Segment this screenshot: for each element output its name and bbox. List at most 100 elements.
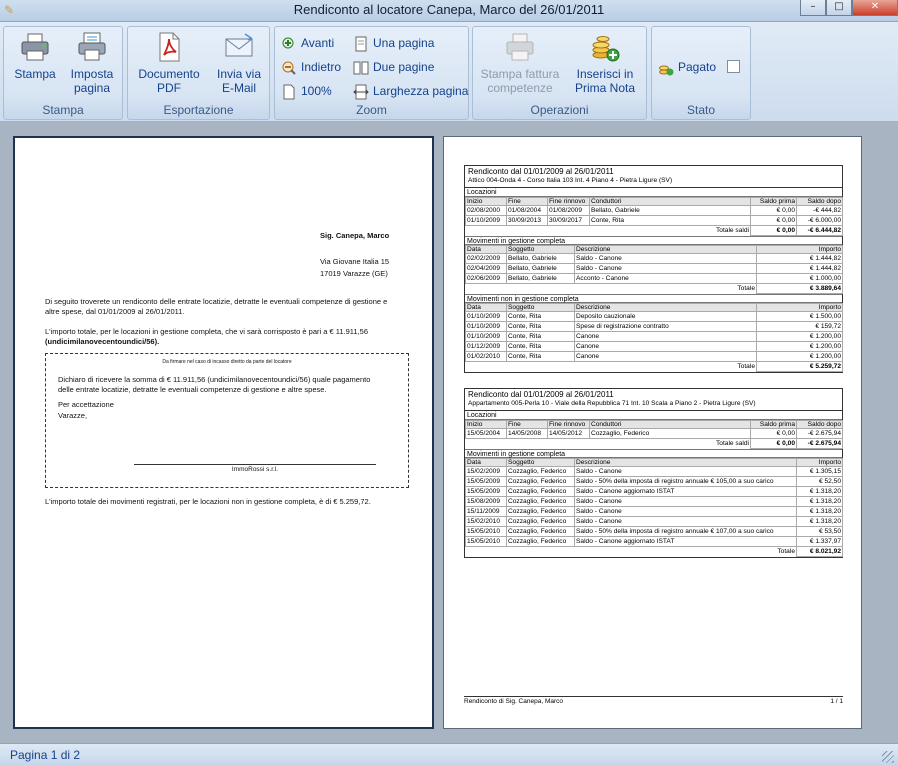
zoom-100-button[interactable]: 100%	[281, 82, 332, 100]
pdf-icon	[159, 32, 180, 62]
window-title: Rendiconto al locatore Canepa, Marco del…	[293, 2, 605, 17]
larghezza-pagina-button[interactable]: Larghezza pagina	[353, 82, 468, 100]
printer-icon	[21, 33, 49, 61]
group-esportazione: Documento PDF Invia via E-Mail Esportazi…	[127, 26, 270, 120]
minimize-button[interactable]: –	[800, 0, 826, 16]
pagato-checkbox[interactable]	[727, 60, 740, 73]
ribbon: Stampa Imposta pagina Stampa Documento P…	[0, 22, 898, 122]
recipient-name: Sig. Canepa, Marco	[320, 231, 390, 240]
due-pagine-label: Due pagine	[373, 60, 435, 74]
box-signer: ImmoRossi s.r.l.	[231, 466, 279, 473]
report-appartamento: Rendiconto dal 01/01/2009 al 26/01/2011 …	[464, 388, 843, 558]
table-row: 01/02/2010 Conte, Rita Canone € 1.200,00	[465, 351, 843, 362]
inserisci-label-1: Inserisci in	[576, 67, 634, 81]
due-pagine-button[interactable]: Due pagine	[353, 58, 434, 76]
table-row: 15/05/2004 14/05/2008 14/05/2012 Cozzaglio,…	[465, 428, 843, 439]
footer-left: Rendiconto di Sig. Canepa, Marco	[464, 698, 564, 705]
report-title: Rendiconto dal 01/01/2009 al 26/01/2011	[468, 167, 614, 176]
maximize-button[interactable]: □	[826, 0, 852, 16]
avanti-label: Avanti	[301, 36, 335, 50]
resize-grip[interactable]	[882, 751, 894, 763]
page-footer: Rendiconto di Sig. Canepa, Marco 1 / 1	[464, 696, 843, 705]
group-label-esportazione: Esportazione	[163, 103, 234, 117]
preview-page-1[interactable]: Sig. Canepa, Marco Via Giovane Italia 15…	[13, 136, 434, 729]
status-bar: Pagina 1 di 2	[0, 743, 898, 766]
table-row: 15/05/2010 Cozzaglio, Federico Saldo - 50%…	[465, 526, 843, 537]
signature-line	[134, 464, 376, 465]
email-icon	[225, 33, 253, 57]
imposta-label-2: pagina	[73, 81, 111, 95]
signature-box: Da firmare nel caso di incasso diretto d…	[45, 353, 409, 488]
zoom-100-label: 100%	[301, 84, 332, 98]
group-stampa: Stampa Imposta pagina Stampa	[3, 26, 123, 120]
stampa-fattura-button[interactable]: Stampa fattura competenze	[479, 31, 561, 95]
una-pagina-label: Una pagina	[373, 36, 435, 50]
total-line-2: (undicimilanovecentoundici/56).	[45, 337, 160, 346]
title-bar: ✎ Rendiconto al locatore Canepa, Marco d…	[0, 0, 898, 22]
stampa-button[interactable]: Stampa	[10, 31, 60, 81]
section-non-gestione: Movimenti non in gestione completa	[465, 294, 842, 303]
page-setup-icon	[78, 32, 106, 61]
coins-icon	[659, 65, 674, 76]
group-stato: Pagato Stato	[651, 26, 751, 120]
box-line-1: Dichiaro di ricevere la somma di € 11.91…	[58, 375, 371, 384]
printer-disabled-icon	[506, 33, 534, 61]
indietro-button[interactable]: Indietro	[281, 58, 341, 76]
page-width-icon	[353, 84, 369, 100]
box-caption: Da firmare nel caso di incasso diretto d…	[162, 359, 292, 365]
table-row: 02/04/2009 Bellato, Gabriele Saldo - Canon…	[465, 263, 843, 274]
table-row: 15/11/2009 Cozzaglio, Federico Saldo - Can…	[465, 506, 843, 517]
page-indicator: Pagina 1 di 2	[10, 748, 81, 762]
stampa-label: Stampa	[14, 67, 56, 81]
intro-line-1: Di seguito troverete un rendiconto delle…	[45, 297, 388, 306]
single-page-icon	[355, 36, 367, 52]
table-row: 02/02/2009 Bellato, Gabriele Saldo - Canon…	[465, 253, 843, 264]
pdf-label-1: Documento	[138, 67, 200, 81]
invia-email-button[interactable]: Invia via E-Mail	[210, 31, 268, 95]
inserisci-prima-nota-button[interactable]: Inserisci in Prima Nota	[569, 31, 641, 95]
coins-add-icon	[592, 36, 620, 62]
group-operazioni: Stampa fattura competenze Inserisci in P…	[472, 26, 647, 120]
table-row: 01/10/2009 Conte, Rita Canone € 1.200,00	[465, 331, 843, 342]
imposta-pagina-button[interactable]: Imposta pagina	[66, 31, 118, 95]
table-row: 15/02/2010 Cozzaglio, Federico Saldo - Can…	[465, 516, 843, 527]
recipient-address-2: 17019 Varazze (GE)	[320, 269, 388, 278]
section-locazioni: Locazioni	[465, 188, 842, 197]
pagato-toggle[interactable]: Pagato	[658, 58, 716, 76]
table-row: 02/08/2000 01/08/2004 01/08/2009 Bellato, G…	[465, 205, 843, 216]
group-label-stampa: Stampa	[42, 103, 84, 117]
recipient-address-1: Via Giovane Italia 15	[320, 257, 390, 266]
report-header: Rendiconto dal 01/01/2009 al 26/01/2011 …	[465, 166, 842, 188]
inserisci-label-2: Prima Nota	[574, 81, 636, 95]
non-gestione-table: Data Soggetto Descrizione Importo 01/10/200…	[465, 303, 843, 372]
email-label-2: E-Mail	[221, 81, 256, 95]
zoom-in-icon	[282, 37, 294, 49]
movimenti-table: Data Soggetto Descrizione Importo 15/02/200…	[465, 458, 843, 557]
pagato-label: Pagato	[678, 60, 717, 74]
zoom-out-icon	[282, 61, 296, 75]
group-label-operazioni: Operazioni	[530, 103, 589, 117]
total-line-1: L'importo totale, per le locazioni in ge…	[45, 327, 369, 336]
report-subtitle: Appartamento 005-Perla 10 - Viale della …	[468, 400, 756, 407]
movimenti-table: Data Soggetto Descrizione Importo 02/02/200…	[465, 245, 843, 294]
table-row: 15/05/2009 Cozzaglio, Federico Saldo - 50%…	[465, 476, 843, 487]
non-gestione-total: L'importo totale dei movimenti registrat…	[45, 497, 371, 506]
email-label-1: Invia via	[216, 67, 262, 81]
documento-pdf-button[interactable]: Documento PDF	[134, 31, 204, 95]
table-row: 01/10/2009 Conte, Rita Spese di registrazi…	[465, 321, 843, 332]
box-luogo: Varazze,	[58, 411, 88, 420]
table-row: 15/05/2010 Cozzaglio, Federico Saldo - Can…	[465, 536, 843, 547]
avanti-button[interactable]: Avanti	[281, 34, 334, 52]
table-row: 02/06/2009 Bellato, Gabriele Acconto - Can…	[465, 273, 843, 284]
report-title: Rendiconto dal 01/01/2009 al 26/01/2011	[468, 390, 614, 399]
locazioni-table: Inizio Fine Fine rinnovo Conduttori Saldo pr…	[465, 197, 843, 236]
group-zoom: Avanti Indietro 100% Una pagina Due pagi…	[274, 26, 469, 120]
una-pagina-button[interactable]: Una pagina	[353, 34, 434, 52]
report-header: Rendiconto dal 01/01/2009 al 26/01/2011 …	[465, 389, 842, 411]
report-attico: Rendiconto dal 01/01/2009 al 26/01/2011 …	[464, 165, 843, 373]
preview-workspace[interactable]: Sig. Canepa, Marco Via Giovane Italia 15…	[0, 123, 898, 743]
imposta-label-1: Imposta	[70, 67, 114, 81]
preview-page-2[interactable]: Rendiconto dal 01/01/2009 al 26/01/2011 …	[443, 136, 862, 729]
two-pages-icon	[353, 61, 369, 75]
close-button[interactable]: ✕	[852, 0, 898, 16]
